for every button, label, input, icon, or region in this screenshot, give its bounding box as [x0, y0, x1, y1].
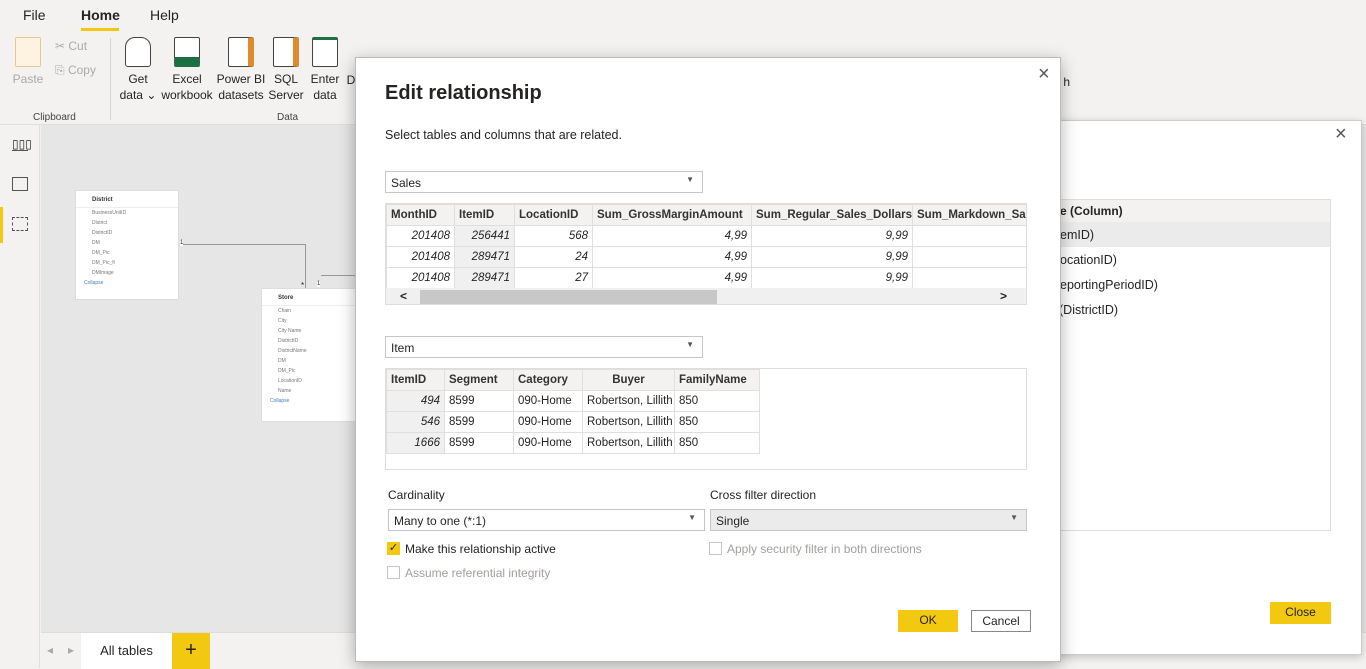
card-title: Store [262, 289, 355, 306]
enter-data-button[interactable]: Enter data [306, 32, 344, 103]
collapse-link[interactable]: Collapse [262, 396, 355, 406]
copy-icon: ⎘ [55, 63, 68, 77]
table-row: 201408 256441 568 4,99 9,99 [386, 225, 1026, 247]
report-view-icon[interactable]: ▯▯▯ [12, 137, 32, 151]
cardinality-label: Cardinality [388, 488, 445, 502]
table1-preview: MonthID ItemID LocationID Sum_GrossMarginAm… [385, 203, 1027, 305]
active-tab-indicator [81, 28, 119, 31]
manage-relationships-dialog: × e (Column) emID) ocationID) eportingPe… [1040, 120, 1362, 655]
table-card-store[interactable]: Store Chain City City Name DistrictID Distri… [261, 288, 356, 422]
dialog-subtitle: Select tables and columns that are relat… [385, 128, 622, 142]
cross-filter-select[interactable]: Single ▼ [710, 509, 1027, 531]
paste-icon [15, 37, 41, 67]
scroll-right-icon[interactable]: > [1000, 289, 1007, 303]
ok-button[interactable]: OK [898, 610, 958, 632]
close-icon[interactable]: × [1335, 123, 1347, 146]
menu-file[interactable]: File [23, 7, 46, 23]
view-navigation: ▯▯▯ [0, 125, 40, 668]
relationship-row[interactable]: eportingPeriodID) [1042, 272, 1330, 297]
table-row: 201408 289471 24 4,99 9,99 [386, 246, 1026, 268]
dialog-title: Edit relationship [385, 82, 542, 104]
chevron-down-icon: ▼ [686, 340, 694, 349]
scroll-left-icon[interactable]: ◂ [47, 643, 53, 657]
horizontal-scrollbar[interactable]: < > [386, 288, 1026, 304]
column-header[interactable]: ItemID [386, 369, 445, 391]
copy-button[interactable]: ⎘ Copy [55, 63, 96, 78]
database-icon [125, 37, 151, 67]
get-data-button[interactable]: Get data ⌄ [118, 32, 158, 103]
table-row: 1666 8599 090-Home Robertson, Lillith 850 [386, 432, 760, 454]
table-row: 201408 289471 27 4,99 9,99 [386, 267, 1026, 289]
excel-workbook-button[interactable]: Excel workbook [160, 32, 214, 103]
column-header[interactable]: Sum_Regular_Sales_Dollars [751, 204, 913, 226]
power-bi-datasets-button[interactable]: Power BI datasets [216, 32, 266, 103]
column-header[interactable]: Buyer [582, 369, 675, 391]
scissors-icon: ✂ [55, 39, 69, 53]
security-filter-label: Apply security filter in both directions [727, 542, 922, 556]
clipboard-group-label: Clipboard [33, 112, 76, 123]
column-header[interactable]: Sum_GrossMarginAmount [592, 204, 752, 226]
table1-select[interactable]: Sales ▼ [385, 171, 703, 193]
card-title: District [76, 191, 178, 208]
menu-home[interactable]: Home [81, 7, 120, 23]
column-header[interactable]: Sum_Markdown_Sale [912, 204, 1026, 226]
relationship-row[interactable]: emID) [1042, 222, 1330, 247]
sql-server-button[interactable]: SQL Server [268, 32, 304, 103]
scroll-right-icon[interactable]: ▸ [68, 643, 74, 657]
data-group-label: Data [277, 112, 299, 123]
relationships-table: e (Column) emID) ocationID) eportingPeri… [1041, 199, 1331, 531]
scrollbar-thumb[interactable] [420, 290, 717, 304]
active-checkbox[interactable]: ✓ [387, 542, 400, 555]
add-tab-button[interactable]: + [172, 633, 210, 669]
integrity-label: Assume referential integrity [405, 566, 551, 580]
model-view-icon[interactable] [12, 217, 28, 231]
relationship-row[interactable]: (DistrictID) [1042, 297, 1330, 322]
edit-relationship-dialog: × Edit relationship Select tables and co… [355, 57, 1061, 662]
sql-icon [273, 37, 299, 67]
close-button[interactable]: Close [1270, 602, 1331, 624]
tab-all-tables[interactable]: All tables [81, 633, 172, 669]
column-header[interactable]: MonthID [386, 204, 455, 226]
relationship-line[interactable] [180, 244, 305, 245]
security-filter-checkbox[interactable] [709, 542, 722, 555]
column-header[interactable]: FamilyName [674, 369, 760, 391]
chevron-down-icon: ▼ [1010, 513, 1018, 522]
chevron-down-icon: ▼ [688, 513, 696, 522]
data-view-icon[interactable] [12, 177, 28, 191]
table-card-district[interactable]: District BusinessUnitID District DistrictI… [75, 190, 179, 300]
scroll-left-icon[interactable]: < [400, 289, 407, 303]
close-icon[interactable]: × [1038, 63, 1050, 86]
cut-button[interactable]: ✂ Cut [55, 39, 87, 53]
cancel-button[interactable]: Cancel [971, 610, 1031, 632]
table2-select[interactable]: Item ▼ [385, 336, 703, 358]
active-label: Make this relationship active [405, 542, 556, 556]
cardinality-select[interactable]: Many to one (*:1) ▼ [388, 509, 705, 531]
cross-filter-label: Cross filter direction [710, 488, 817, 502]
menu-bar: File Home Help [0, 0, 1366, 32]
table-row: 546 8599 090-Home Robertson, Lillith 850 [386, 411, 760, 433]
relationship-row[interactable]: ocationID) [1042, 247, 1330, 272]
paste-button[interactable]: Paste [10, 32, 46, 87]
integrity-checkbox[interactable] [387, 566, 400, 579]
menu-help[interactable]: Help [150, 7, 179, 23]
column-header[interactable]: Segment [444, 369, 514, 391]
collapse-link[interactable]: Collapse [76, 278, 178, 288]
table-row: 494 8599 090-Home Robertson, Lillith 850 [386, 390, 760, 412]
column-header[interactable]: ItemID [454, 204, 515, 226]
datasets-icon [228, 37, 254, 67]
table2-preview: ItemID Segment Category Buyer FamilyName 494… [385, 368, 1027, 470]
column-header[interactable]: LocationID [514, 204, 593, 226]
excel-icon [174, 37, 200, 67]
chevron-down-icon: ▼ [686, 175, 694, 184]
active-view-indicator [0, 207, 3, 243]
column-header[interactable]: Category [513, 369, 583, 391]
table-add-icon [312, 37, 338, 67]
